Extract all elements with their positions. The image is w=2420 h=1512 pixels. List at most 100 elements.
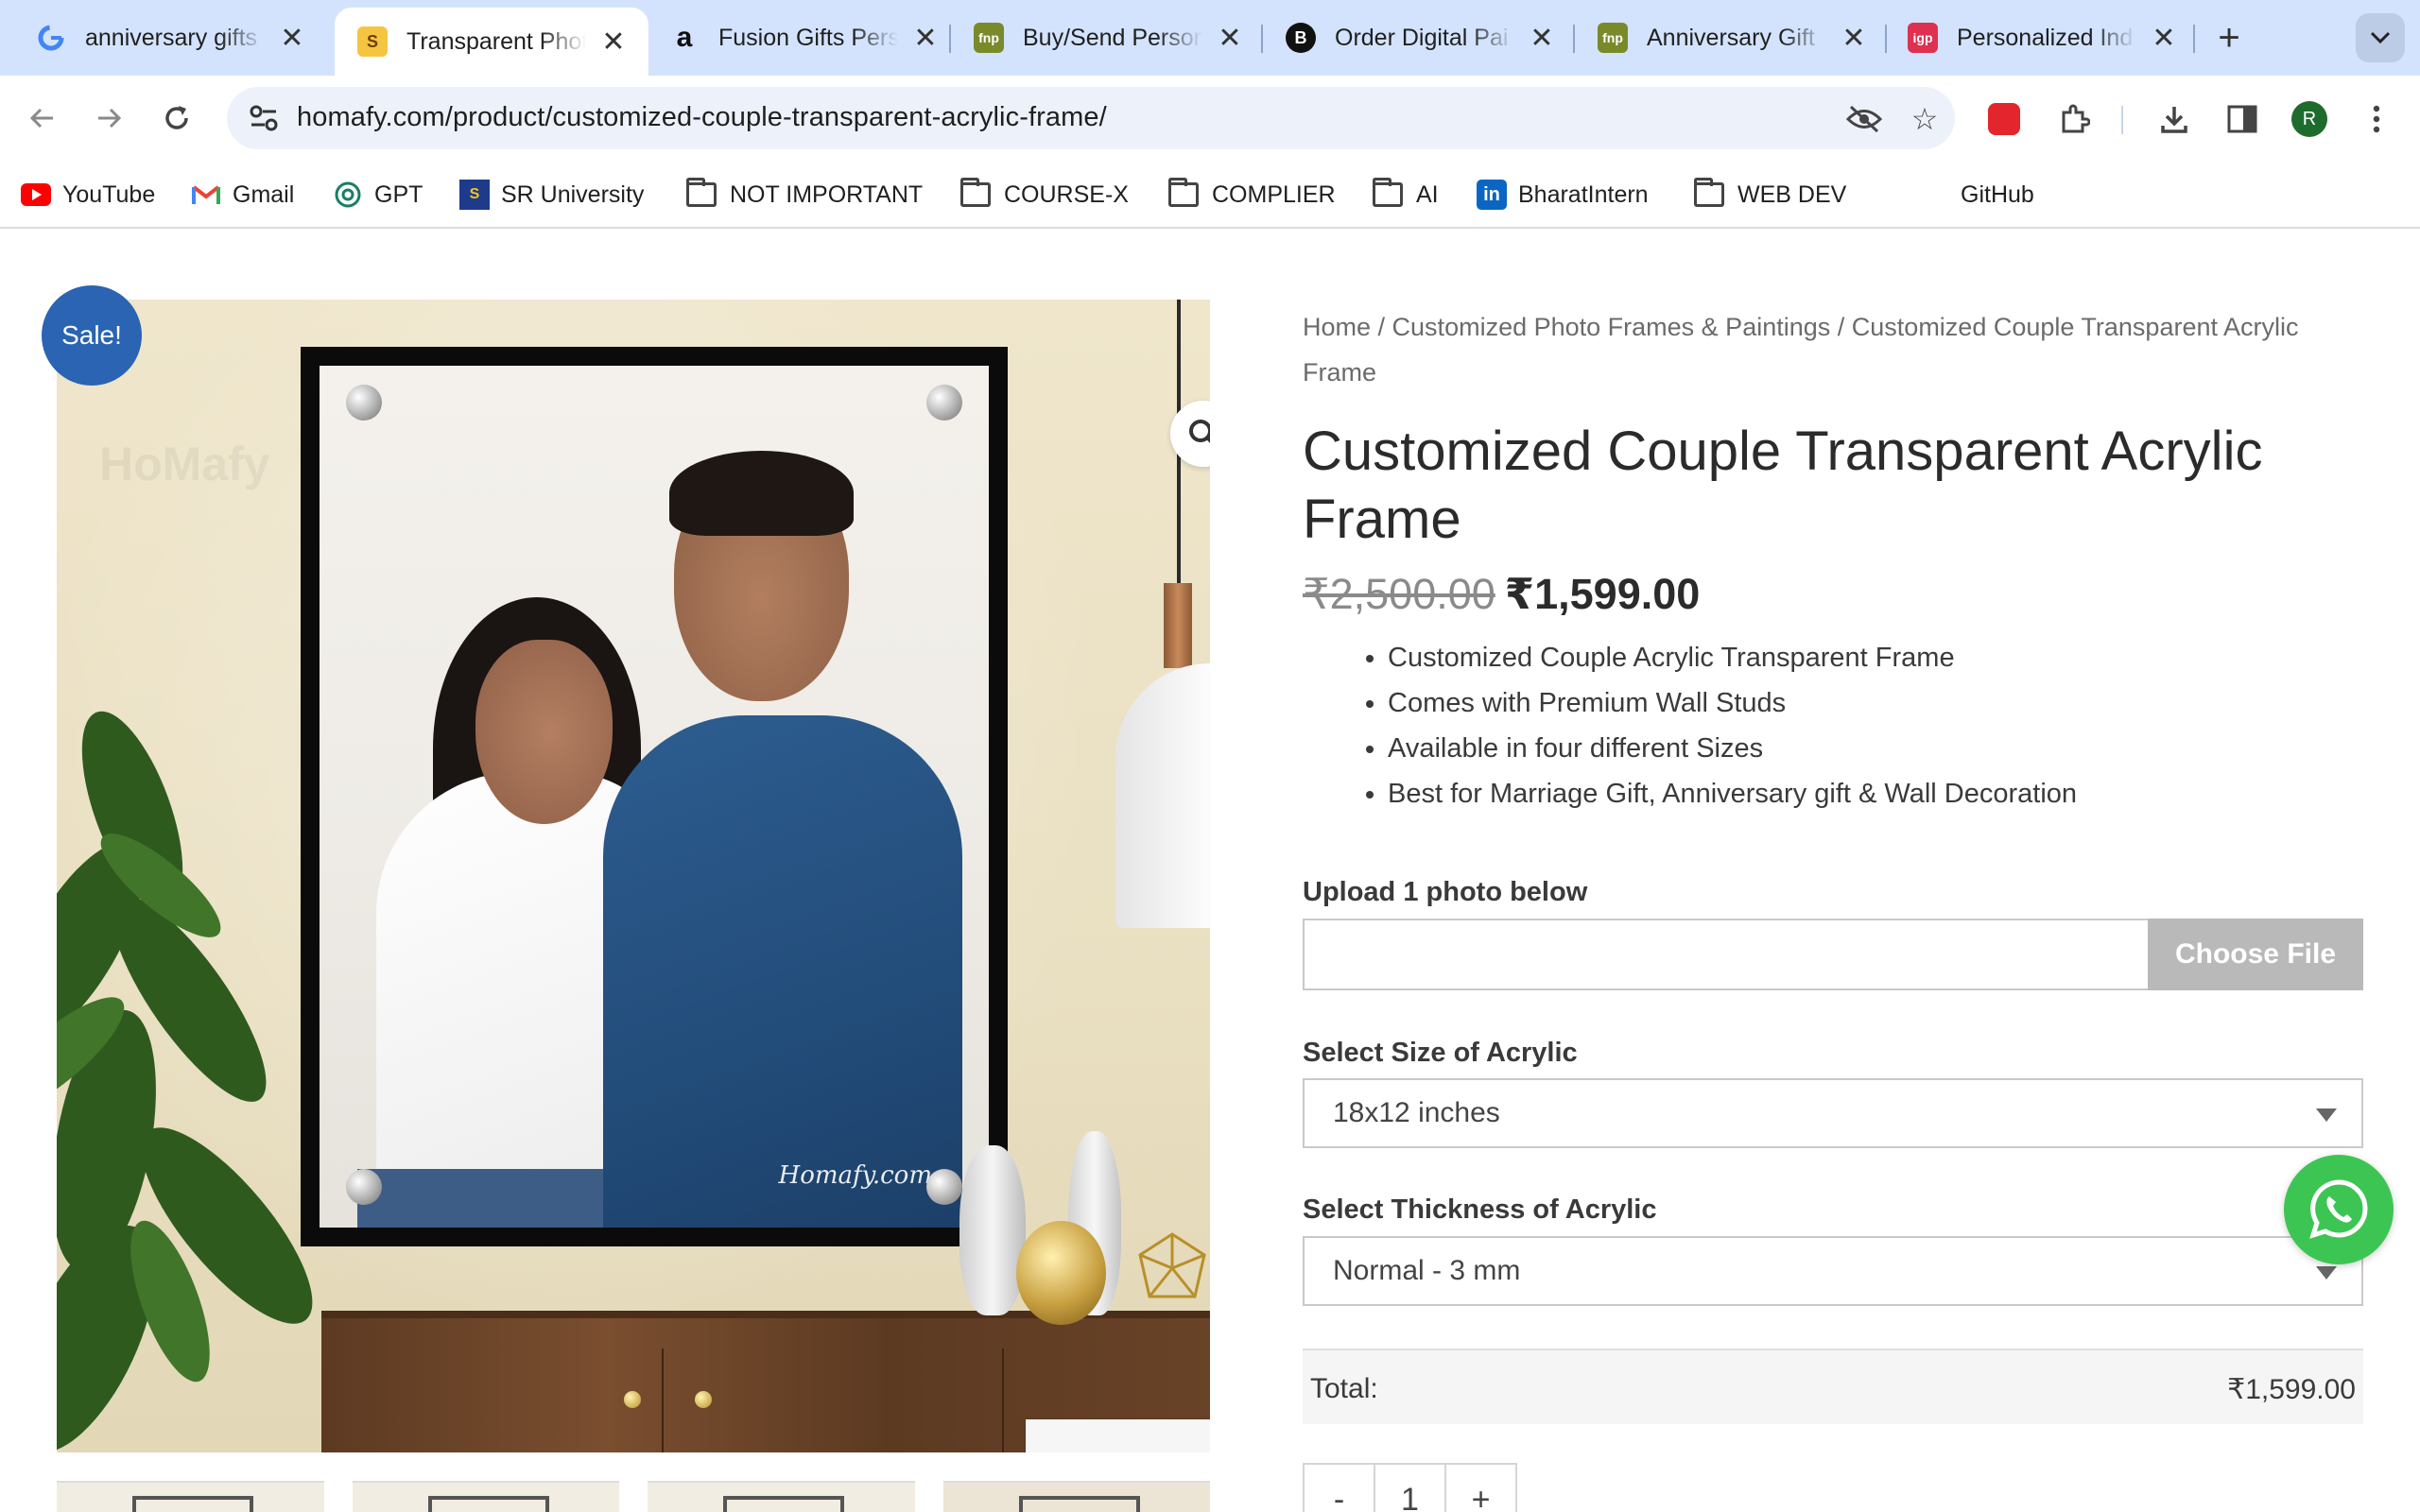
tab-order-digital[interactable]: B Order Digital Pai ✕ <box>1263 8 1577 68</box>
breadcrumb-separator: / <box>1830 313 1852 341</box>
eye-off-icon[interactable] <box>1845 100 1883 138</box>
folder-icon <box>960 178 991 207</box>
bookmark-sr-university[interactable]: S SR University <box>459 178 644 212</box>
feature-item: Comes with Premium Wall Studs <box>1388 680 2361 726</box>
caret-down-icon <box>2316 1266 2337 1280</box>
close-icon[interactable]: ✕ <box>2150 22 2178 55</box>
tab-title: Personalized Ind <box>1957 24 2134 51</box>
tab-personalized[interactable]: igp Personalized Ind ✕ <box>1885 8 2199 68</box>
bookmark-github[interactable]: GitHub <box>1919 178 2034 212</box>
close-icon[interactable]: ✕ <box>599 26 628 59</box>
bookmark-folder-course-x[interactable]: COURSE-X <box>960 178 1129 212</box>
bookmark-label: SR University <box>501 180 645 208</box>
back-button[interactable] <box>19 94 66 142</box>
product-image[interactable]: HoMafy Homafy.com <box>57 300 1210 1452</box>
tab-fusion-gifts[interactable]: a Fusion Gifts Pers ✕ <box>647 8 960 68</box>
thickness-select-value: Normal - 3 mm <box>1333 1255 1521 1286</box>
tab-search-button[interactable] <box>2356 13 2405 62</box>
thickness-select[interactable]: Normal - 3 mm <box>1303 1236 2363 1306</box>
quantity-plus-button[interactable]: + <box>1444 1463 1517 1512</box>
star-icon[interactable]: ☆ <box>1906 100 1944 138</box>
reload-button[interactable] <box>153 94 200 142</box>
bookmark-folder-ai[interactable]: AI <box>1373 178 1439 212</box>
tab-anniversary-gift-fnp[interactable]: fnp Anniversary Gift ✕ <box>1575 8 1889 68</box>
woman-face <box>475 640 613 824</box>
wall-stud <box>346 385 382 421</box>
fnp-icon: fnp <box>1598 23 1628 53</box>
quantity-minus-button[interactable]: - <box>1303 1463 1375 1512</box>
amazon-icon: a <box>676 22 693 53</box>
watermark: HoMafy <box>99 438 270 490</box>
close-icon[interactable]: ✕ <box>1216 22 1244 55</box>
tab-strip: anniversary gifts ✕ S Transparent Photo … <box>0 0 2420 76</box>
bookmark-label: WEB DEV <box>1737 180 1847 208</box>
thumbnail[interactable] <box>942 1481 1210 1512</box>
cabinet-knob <box>695 1391 712 1408</box>
fnp-icon: fnp <box>974 23 1004 53</box>
bookmark-folder-complier[interactable]: COMPLIER <box>1168 178 1336 212</box>
cabinet-knob <box>624 1391 641 1408</box>
feature-item: Best for Marriage Gift, Anniversary gift… <box>1388 771 2361 816</box>
profile-avatar[interactable]: R <box>2291 101 2327 137</box>
bookmark-folder-web-dev[interactable]: WEB DEV <box>1694 178 1846 212</box>
close-icon[interactable]: ✕ <box>1528 22 1556 55</box>
bookmark-label: AI <box>1416 180 1439 208</box>
product-title: Customized Couple Transparent Acrylic Fr… <box>1303 421 2263 550</box>
more-menu-icon[interactable] <box>2358 100 2395 138</box>
bookmarks-bar: YouTube Gmail GPT S SR University NOT IM… <box>0 161 2420 229</box>
bookmark-gpt[interactable]: GPT <box>333 178 423 212</box>
quantity-stepper: - 1 + <box>1303 1463 1517 1512</box>
breadcrumb-home[interactable]: Home <box>1303 313 1371 341</box>
toolbar-divider <box>2121 106 2123 134</box>
bookmark-youtube[interactable]: YouTube <box>21 178 155 212</box>
bookmark-folder-not-important[interactable]: NOT IMPORTANT <box>686 178 923 212</box>
whatsapp-button[interactable] <box>2284 1155 2394 1264</box>
site-info-icon[interactable] <box>246 100 282 136</box>
search-icon <box>1189 420 1210 443</box>
extension-red-icon[interactable] <box>1985 100 2023 138</box>
bookmark-label: COURSE-X <box>1004 180 1129 208</box>
book <box>1026 1419 1210 1452</box>
size-select[interactable]: 18x12 inches <box>1303 1078 2363 1148</box>
breadcrumb-category[interactable]: Customized Photo Frames & Paintings <box>1392 313 1831 341</box>
side-panel-icon[interactable] <box>2223 100 2261 138</box>
price-new: ₹1,599.00 <box>1504 570 1701 618</box>
close-icon[interactable]: ✕ <box>278 22 306 55</box>
bookmark-gmail[interactable]: Gmail <box>191 178 294 212</box>
thumbnail[interactable] <box>352 1481 619 1512</box>
feature-item: Customized Couple Acrylic Transparent Fr… <box>1388 635 2361 680</box>
arrow-left-icon <box>29 108 53 129</box>
gmail-icon <box>191 180 221 210</box>
close-icon[interactable]: ✕ <box>1840 22 1868 55</box>
tab-anniversary-gifts[interactable]: anniversary gifts ✕ <box>13 8 327 68</box>
thickness-label: Select Thickness of Acrylic <box>1303 1194 1657 1225</box>
folder-icon <box>1373 178 1403 207</box>
choose-file-button[interactable]: Choose File <box>2148 919 2363 990</box>
thumbnail[interactable] <box>57 1481 324 1512</box>
new-tab-button[interactable]: + <box>2208 17 2250 60</box>
tab-transparent-photo[interactable]: S Transparent Photo ✕ <box>335 8 648 76</box>
man-body <box>603 715 962 1228</box>
folder-icon <box>686 178 717 207</box>
tab-buy-send[interactable]: fnp Buy/Send Person ✕ <box>951 8 1265 68</box>
puzzle-icon[interactable] <box>2055 100 2093 138</box>
toolbar: homafy.com/product/customized-couple-tra… <box>0 76 2420 161</box>
page-content: HoMafy Homafy.com Sale! Home / Customize… <box>0 229 2420 1512</box>
github-icon <box>1919 180 1949 210</box>
jeans <box>357 1169 622 1228</box>
close-icon[interactable]: ✕ <box>911 22 940 55</box>
bookmark-label: BharatIntern <box>1518 180 1649 208</box>
igp-icon: igp <box>1908 23 1938 53</box>
geometric-ornament <box>1138 1232 1206 1298</box>
bookmark-label: GitHub <box>1961 180 2034 208</box>
forward-button[interactable] <box>85 94 132 142</box>
bookmark-bharatintern[interactable]: in BharatIntern <box>1477 178 1649 212</box>
sru-icon: S <box>459 180 490 210</box>
download-icon[interactable] <box>2155 100 2193 138</box>
bookmark-label: NOT IMPORTANT <box>730 180 924 208</box>
quantity-input[interactable]: 1 <box>1374 1463 1446 1512</box>
address-bar[interactable]: homafy.com/product/customized-couple-tra… <box>227 87 1955 149</box>
google-icon <box>36 23 66 53</box>
thumbnail[interactable] <box>648 1481 915 1512</box>
photo-upload-field[interactable]: Choose File <box>1303 919 2363 990</box>
